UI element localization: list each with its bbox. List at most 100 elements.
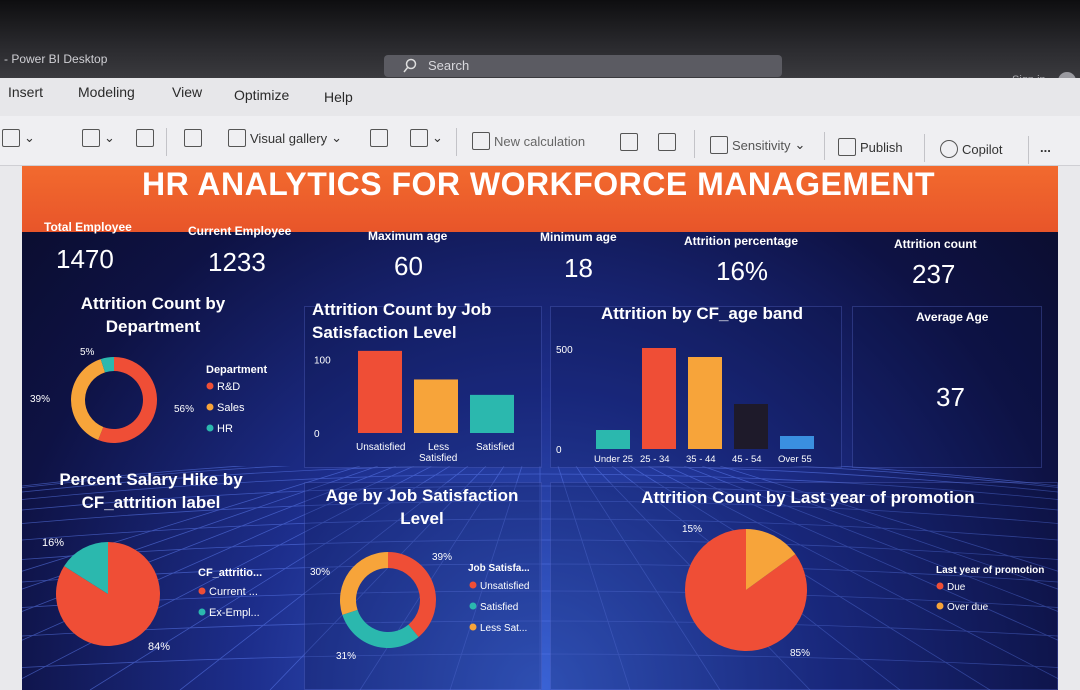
dept-legend-marker — [206, 382, 214, 390]
sensitivity-button[interactable]: Sensitivity ⌄ — [710, 136, 805, 154]
agejob-label-unsat: 39% — [432, 552, 452, 563]
new-visual-button[interactable] — [184, 129, 202, 147]
visuals-icon — [410, 129, 428, 147]
promo-legend-title: Last year of promotion — [936, 565, 1044, 576]
chart-icon — [184, 129, 202, 147]
menu-insert[interactable]: Insert — [8, 84, 43, 100]
salary-legend-0: Current ... — [209, 586, 258, 598]
dept-label-sales: 39% — [30, 394, 50, 405]
jobsat-bar-0 — [358, 350, 402, 433]
dept-legend-2: HR — [217, 423, 233, 435]
ribbon-separator — [824, 132, 825, 160]
promo-label-due: 85% — [790, 648, 810, 659]
agejob-legend-title: Job Satisfa... — [468, 563, 530, 574]
copilot-label: Copilot — [962, 141, 1003, 157]
calculation-icon — [472, 132, 490, 150]
sensitivity-label: Sensitivity — [732, 137, 791, 153]
dept-label-rnd: 56% — [174, 404, 194, 415]
ageband-tick-500: 500 — [556, 345, 573, 356]
jobsat-tick-0: 0 — [314, 429, 320, 440]
table-icon — [82, 129, 100, 147]
agejob-legend-0: Unsatisfied — [480, 581, 529, 592]
menu-view[interactable]: View — [172, 84, 202, 100]
table-icon — [658, 133, 676, 151]
menu-help[interactable]: Help — [324, 89, 353, 105]
app-title: - Power BI Desktop — [4, 52, 108, 66]
ageband-bar-3 — [734, 404, 768, 449]
search-input[interactable]: Search — [384, 55, 782, 77]
agejob-slice-0 — [388, 552, 437, 637]
charts-layer: 5% 39% 56% Department R&D Sales HR 0 100 Unsatisf… — [30, 345, 1044, 662]
text-box-button[interactable] — [370, 129, 388, 147]
jobsat-tick-100: 100 — [314, 356, 331, 367]
copilot-icon — [940, 140, 958, 158]
agejob-label-less: 30% — [310, 567, 330, 578]
search-placeholder: Search — [428, 58, 470, 73]
more-visuals-button[interactable]: ⌄ — [410, 129, 443, 147]
dept-legend-0: R&D — [217, 381, 240, 393]
jobsat-cat-2: Satisfied — [476, 442, 514, 453]
gallery-icon — [228, 129, 246, 147]
ageband-cat-4: Over 55 — [778, 454, 812, 465]
dept-label-hr: 5% — [80, 347, 95, 358]
ageband-bar-1 — [642, 348, 676, 449]
ageband-bar-4 — [780, 436, 814, 449]
menu-optimize[interactable]: Optimize — [234, 87, 289, 103]
dept-legend-marker — [206, 403, 214, 411]
jobsat-bar-2 — [470, 394, 514, 433]
jobsat-cat-0: Unsatisfied — [356, 442, 405, 453]
data-source-button[interactable]: ⌄ — [2, 129, 35, 147]
ribbon-separator — [924, 134, 925, 162]
salary-legend-title: CF_attritio... — [198, 567, 262, 579]
salary-legend-marker — [198, 608, 206, 616]
publish-button[interactable]: Publish — [838, 138, 903, 156]
new-calculation-button[interactable]: New calculation — [472, 132, 585, 150]
publish-label: Publish — [860, 139, 903, 155]
publish-icon — [838, 138, 856, 156]
agejob-legend-marker — [469, 581, 477, 589]
promo-legend-marker — [936, 602, 944, 610]
new-calculation-label: New calculation — [494, 133, 586, 149]
sensitivity-icon — [710, 136, 728, 154]
agejob-label-sat: 31% — [336, 651, 356, 662]
menu-modeling[interactable]: Modeling — [78, 84, 135, 100]
new-table-button[interactable] — [658, 133, 676, 151]
ageband-bar-0 — [596, 430, 630, 449]
refresh-icon — [136, 129, 154, 147]
dept-legend-marker — [206, 424, 214, 432]
ribbon-separator — [694, 130, 695, 158]
quick-measure-button[interactable] — [620, 133, 638, 151]
ageband-cat-1: 25 - 34 — [640, 454, 670, 465]
ageband-cat-2: 35 - 44 — [686, 454, 716, 465]
visual-gallery-button[interactable]: Visual gallery ⌄ — [228, 129, 342, 147]
ageband-tick-0: 0 — [556, 445, 562, 456]
salary-legend-marker — [198, 587, 206, 595]
agejob-legend-2: Less Sat... — [480, 623, 527, 634]
menu-bar: Insert Modeling View Optimize Help — [0, 78, 1080, 116]
dept-slice-1 — [71, 359, 106, 440]
promo-legend-marker — [936, 582, 944, 590]
report-page: HR ANALYTICS FOR WORKFORCE MANAGEMENT To… — [22, 166, 1058, 690]
ribbon-separator — [456, 128, 457, 156]
salary-label-ex: 16% — [42, 537, 64, 549]
ageband-cat-3: 45 - 54 — [732, 454, 762, 465]
promo-legend-1: Over due — [947, 602, 989, 613]
agejob-legend-marker — [469, 623, 477, 631]
agejob-slice-1 — [342, 609, 419, 649]
ageband-cat-0: Under 25 — [594, 454, 633, 465]
more-options-button[interactable]: ... — [1040, 140, 1051, 155]
jobsat-bar-1 — [414, 379, 458, 433]
document-icon — [2, 129, 20, 147]
salary-legend-1: Ex-Empl... — [209, 607, 260, 619]
refresh-button[interactable] — [136, 129, 154, 147]
ribbon: ⌄ ⌄ Visual gallery ⌄ ⌄ New calculation Se… — [0, 116, 1080, 166]
calculator-icon — [620, 133, 638, 151]
report-canvas: HR ANALYTICS FOR WORKFORCE MANAGEMENT To… — [0, 166, 1080, 690]
transform-button[interactable]: ⌄ — [82, 129, 115, 147]
visual-gallery-label: Visual gallery — [250, 130, 328, 146]
promo-legend-0: Due — [947, 582, 966, 593]
agejob-legend-1: Satisfied — [480, 602, 518, 613]
ribbon-separator — [1028, 136, 1029, 164]
copilot-button[interactable]: Copilot — [940, 140, 1002, 158]
search-icon — [403, 58, 417, 73]
